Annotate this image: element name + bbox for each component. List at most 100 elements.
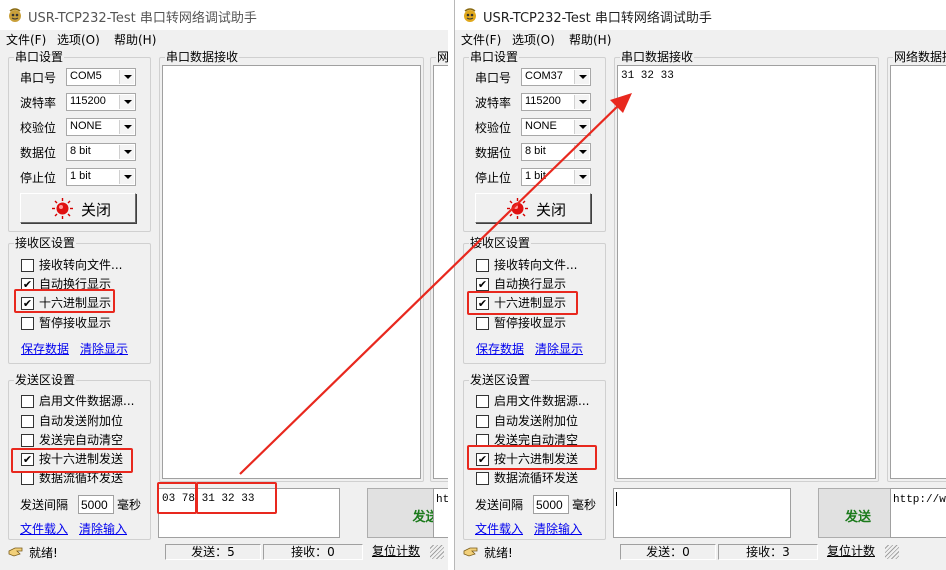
chevron-down-icon[interactable] [574, 170, 589, 184]
port-status-icon [52, 198, 73, 219]
checkbox-box[interactable]: ✔ [476, 297, 489, 310]
checkbox-box[interactable]: ✔ [21, 453, 34, 466]
clear-input-link[interactable]: 清除输入 [534, 520, 582, 537]
checkbox-box[interactable] [476, 434, 489, 447]
chevron-down-icon[interactable] [574, 120, 589, 134]
send-interval-input[interactable]: 5000 [533, 495, 569, 514]
checkbox-box[interactable] [21, 259, 34, 272]
status-hand-icon [8, 545, 24, 559]
pause-display-checkbox[interactable]: 暂停接收显示 [21, 316, 141, 332]
status-bar: 就绪! 发送：0 接收：3 复位计数 [455, 541, 946, 562]
close-port-button[interactable]: 关闭 [475, 193, 591, 223]
menu-help[interactable]: 帮助(H) [114, 31, 156, 48]
checkbox-box[interactable]: ✔ [21, 297, 34, 310]
checkbox-label: 数据流循环发送 [494, 471, 579, 485]
loop-send-checkbox[interactable]: 数据流循环发送 [21, 471, 146, 487]
group-title: 串口设置 [14, 50, 65, 64]
clear-display-link[interactable]: 清除显示 [535, 340, 583, 357]
checkbox-box[interactable] [21, 415, 34, 428]
serial-receive-area[interactable] [162, 65, 421, 479]
network-receive-area[interactable] [433, 65, 448, 479]
parity-label: 校验位 [20, 121, 57, 135]
close-port-button[interactable]: 关闭 [20, 193, 136, 223]
baud-rate-select[interactable]: 115200 [521, 93, 591, 111]
send-input[interactable]: 03 78 31 32 33 [158, 488, 340, 538]
reset-count-button[interactable]: 复位计数 [820, 544, 882, 560]
received-count: 接收：0 [263, 544, 363, 560]
checkbox-box[interactable] [21, 317, 34, 330]
auto-wrap-checkbox[interactable]: ✔ 自动换行显示 [21, 277, 141, 293]
stop-bits-select[interactable]: 1 bit [66, 168, 136, 186]
port-select[interactable]: COM5 [66, 68, 136, 86]
parity-select[interactable]: NONE [521, 118, 591, 136]
auto-wrap-checkbox[interactable]: ✔ 自动换行显示 [476, 277, 596, 293]
checkbox-label: 十六进制显示 [494, 296, 567, 310]
checkbox-label: 启用文件数据源... [494, 394, 590, 408]
menu-options[interactable]: 选项(O) [512, 31, 555, 48]
pause-display-checkbox[interactable]: 暂停接收显示 [476, 316, 596, 332]
checkbox-box[interactable] [476, 259, 489, 272]
menu-file[interactable]: 文件(F) [461, 31, 501, 48]
save-data-link[interactable]: 保存数据 [21, 340, 69, 357]
checkbox-label: 暂停接收显示 [39, 316, 112, 330]
auto-append-checkbox[interactable]: 自动发送附加位 [476, 414, 601, 430]
checkbox-box[interactable]: ✔ [476, 278, 489, 291]
checkbox-box[interactable] [476, 317, 489, 330]
checkbox-label: 暂停接收显示 [494, 316, 567, 330]
checkbox-label: 自动换行显示 [39, 277, 112, 291]
checkbox-box[interactable] [21, 472, 34, 485]
data-bits-select[interactable]: 8 bit [66, 143, 136, 161]
parity-select[interactable]: NONE [66, 118, 136, 136]
network-send-input[interactable]: http://www [890, 488, 946, 538]
hex-display-checkbox[interactable]: ✔ 十六进制显示 [476, 296, 596, 312]
chevron-down-icon[interactable] [574, 70, 589, 84]
checkbox-box[interactable] [21, 395, 34, 408]
menu-file[interactable]: 文件(F) [6, 31, 46, 48]
auto-clear-checkbox[interactable]: 发送完自动清空 [476, 433, 601, 449]
chevron-down-icon[interactable] [119, 145, 134, 159]
auto-append-checkbox[interactable]: 自动发送附加位 [21, 414, 146, 430]
data-bits-select[interactable]: 8 bit [521, 143, 591, 161]
chevron-down-icon[interactable] [574, 95, 589, 109]
file-source-checkbox[interactable]: 启用文件数据源... [21, 394, 146, 410]
menu-help[interactable]: 帮助(H) [569, 31, 611, 48]
checkbox-box[interactable] [21, 434, 34, 447]
send-button[interactable]: 发送 [818, 488, 898, 538]
recv-to-file-checkbox[interactable]: 接收转向文件... [476, 258, 596, 274]
hex-send-checkbox[interactable]: ✔ 按十六进制发送 [476, 452, 601, 468]
menu-options[interactable]: 选项(O) [57, 31, 100, 48]
reset-count-button[interactable]: 复位计数 [365, 544, 427, 560]
chevron-down-icon[interactable] [119, 170, 134, 184]
clear-display-link[interactable]: 清除显示 [80, 340, 128, 357]
checkbox-box[interactable] [476, 472, 489, 485]
send-interval-unit: 毫秒 [572, 498, 597, 512]
network-send-input[interactable]: htt [433, 488, 448, 538]
checkbox-label: 按十六进制发送 [39, 452, 124, 466]
network-receive-area[interactable] [890, 65, 946, 479]
file-load-link[interactable]: 文件载入 [475, 520, 523, 537]
port-select[interactable]: COM37 [521, 68, 591, 86]
chevron-down-icon[interactable] [574, 145, 589, 159]
checkbox-label: 自动换行显示 [494, 277, 567, 291]
baud-rate-select[interactable]: 115200 [66, 93, 136, 111]
send-input[interactable] [613, 488, 791, 538]
chevron-down-icon[interactable] [119, 120, 134, 134]
checkbox-box[interactable] [476, 395, 489, 408]
checkbox-box[interactable] [476, 415, 489, 428]
stop-bits-select[interactable]: 1 bit [521, 168, 591, 186]
send-interval-input[interactable]: 5000 [78, 495, 114, 514]
auto-clear-checkbox[interactable]: 发送完自动清空 [21, 433, 146, 449]
recv-to-file-checkbox[interactable]: 接收转向文件... [21, 258, 141, 274]
hex-display-checkbox[interactable]: ✔ 十六进制显示 [21, 296, 141, 312]
serial-receive-area[interactable]: 31 32 33 [617, 65, 876, 479]
chevron-down-icon[interactable] [119, 70, 134, 84]
checkbox-box[interactable]: ✔ [476, 453, 489, 466]
chevron-down-icon[interactable] [119, 95, 134, 109]
checkbox-box[interactable]: ✔ [21, 278, 34, 291]
save-data-link[interactable]: 保存数据 [476, 340, 524, 357]
hex-send-checkbox[interactable]: ✔ 按十六进制发送 [21, 452, 146, 468]
loop-send-checkbox[interactable]: 数据流循环发送 [476, 471, 601, 487]
file-source-checkbox[interactable]: 启用文件数据源... [476, 394, 601, 410]
file-load-link[interactable]: 文件载入 [20, 520, 68, 537]
clear-input-link[interactable]: 清除输入 [79, 520, 127, 537]
